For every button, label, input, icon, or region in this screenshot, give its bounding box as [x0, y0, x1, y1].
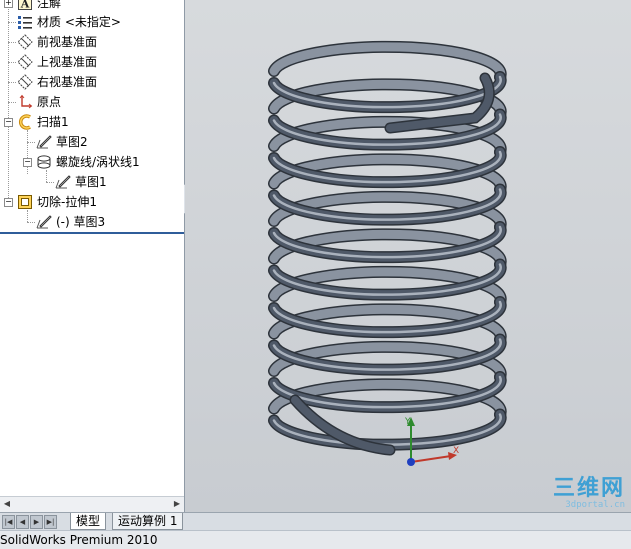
tree-item-top-plane[interactable]: 上视基准面: [17, 53, 97, 71]
tree-item-sweep[interactable]: 扫描1: [17, 113, 69, 131]
collapse-toggle-sweep[interactable]: −: [4, 118, 13, 127]
status-text: SolidWorks Premium 2010: [0, 533, 158, 547]
tree-item-label: 前视基准面: [37, 35, 98, 49]
tree-connector: [8, 102, 16, 103]
tree-item-annotations[interactable]: A 注解: [17, 0, 61, 12]
tree-item-label: 注解: [37, 0, 62, 10]
collapse-toggle-helix[interactable]: −: [23, 158, 32, 167]
plane-icon: [17, 74, 33, 90]
tree-item-label: (-) 草图3: [56, 215, 106, 229]
feature-manager-tree: + − − − A 注解 材质 <未指定> 前视基准面 上视基准面 右视基准面: [0, 0, 185, 512]
tab-motion-study[interactable]: 运动算例 1: [112, 513, 184, 530]
status-bar: SolidWorks Premium 2010: [0, 530, 631, 549]
tree-connector: [27, 142, 35, 143]
tree-connector: [8, 42, 16, 43]
tree-connector: [27, 130, 28, 174]
tree-item-sketch2[interactable]: 草图2: [36, 133, 88, 151]
annotations-icon: A: [17, 0, 33, 11]
origin-icon: [17, 94, 33, 110]
tree-item-sketch3[interactable]: (-) 草图3: [36, 213, 105, 231]
rollback-bar[interactable]: [0, 232, 184, 234]
tree-item-label: 右视基准面: [37, 75, 98, 89]
tree-item-helix[interactable]: 螺旋线/涡状线1: [36, 153, 140, 171]
first-tab-icon[interactable]: |◀: [2, 515, 15, 529]
site-watermark: 三维网 3dportal.cn: [552, 476, 625, 511]
scroll-right-icon[interactable]: ▶: [172, 499, 182, 509]
tree-connector: [27, 210, 28, 222]
tree-item-label: 切除-拉伸1: [37, 195, 97, 209]
bottom-tab-bar: |◀ ◀ ▶ ▶| 模型 运动算例 1: [0, 512, 631, 530]
tree-item-sketch1[interactable]: 草图1: [55, 173, 107, 191]
plane-icon: [17, 34, 33, 50]
tree-connector: [46, 182, 54, 183]
expand-toggle-annotations[interactable]: +: [4, 0, 13, 8]
tree-item-origin[interactable]: 原点: [17, 93, 61, 111]
next-tab-icon[interactable]: ▶: [30, 515, 43, 529]
tree-connector: [8, 0, 9, 206]
material-icon: [17, 14, 33, 30]
watermark-url: 3dportal.cn: [565, 500, 625, 510]
cut-extrude-icon: [17, 194, 33, 210]
triad-y-label: Y: [404, 417, 411, 427]
tree-item-label: 扫描1: [37, 115, 69, 129]
sketch-icon: [36, 134, 52, 150]
horizontal-scrollbar[interactable]: ◀ ▶: [0, 496, 184, 512]
triad-z-axis: [407, 458, 415, 466]
tree-connector: [46, 170, 47, 182]
tree-connector: [8, 82, 16, 83]
tree-item-material[interactable]: 材质 <未指定>: [17, 13, 121, 31]
sketch-icon: [36, 214, 52, 230]
coordinate-triad: Y X: [404, 417, 459, 466]
collapse-toggle-cut-extrude[interactable]: −: [4, 198, 13, 207]
tree-connector: [8, 22, 16, 23]
tree-item-cut-extrude[interactable]: 切除-拉伸1: [17, 193, 97, 211]
tree-connector: [27, 222, 35, 223]
triad-x-axis: [410, 455, 452, 463]
tree-item-front-plane[interactable]: 前视基准面: [17, 33, 97, 51]
tree-item-label: 草图1: [75, 175, 107, 189]
svg-text:A: A: [20, 0, 30, 11]
tree-item-label: 草图2: [56, 135, 88, 149]
tree-item-label: 螺旋线/涡状线1: [56, 155, 140, 169]
graphics-area[interactable]: Y X 三维网 3dportal.cn: [185, 0, 631, 512]
sweep-icon: [17, 114, 33, 130]
tab-model[interactable]: 模型: [70, 513, 107, 530]
tree-item-label: 上视基准面: [37, 55, 98, 69]
triad-x-label: X: [453, 446, 459, 456]
tree-item-label: 原点: [37, 95, 62, 109]
helix-icon: [36, 154, 52, 170]
plane-icon: [17, 54, 33, 70]
tree-connector: [8, 62, 16, 63]
scroll-left-icon[interactable]: ◀: [2, 499, 12, 509]
last-tab-icon[interactable]: ▶|: [44, 515, 57, 529]
prev-tab-icon[interactable]: ◀: [16, 515, 29, 529]
tree-item-label: 材质 <未指定>: [37, 15, 121, 29]
sketch-icon: [55, 174, 71, 190]
tree-item-right-plane[interactable]: 右视基准面: [17, 73, 97, 91]
watermark-logo: 三维网: [552, 476, 625, 501]
